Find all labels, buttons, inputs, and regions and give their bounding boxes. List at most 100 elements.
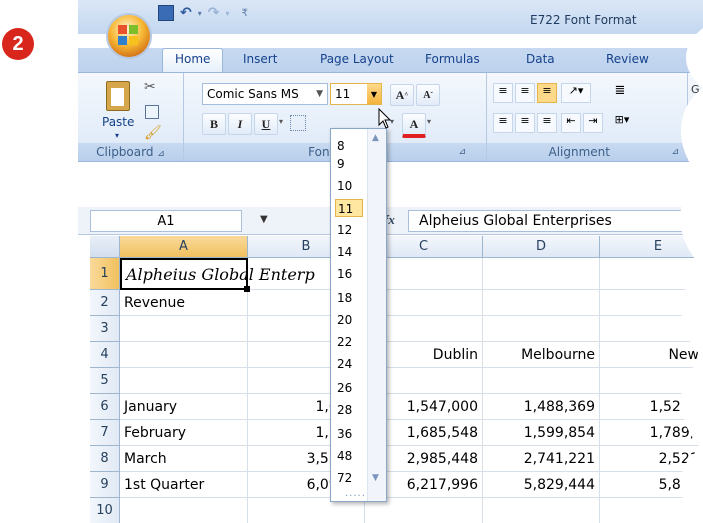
cell-d2[interactable]: [483, 290, 600, 316]
font-size-option-16[interactable]: 16: [335, 265, 365, 283]
align-right-icon[interactable]: ≡: [537, 113, 557, 133]
cell-a3[interactable]: [120, 316, 248, 342]
font-size-option-8[interactable]: 8: [335, 137, 365, 155]
cell-e4[interactable]: New Y: [600, 342, 703, 368]
increase-indent-icon[interactable]: ⇥: [583, 113, 603, 133]
row-header-5[interactable]: 5: [90, 368, 120, 394]
tab-page-layout[interactable]: Page Layout: [320, 52, 394, 66]
cut-icon[interactable]: ✂: [144, 79, 156, 95]
cell-a5[interactable]: [120, 368, 248, 394]
format-painter-icon[interactable]: 🖌: [144, 125, 162, 141]
align-middle-icon[interactable]: ≡: [515, 83, 535, 103]
dialog-launcher-icon[interactable]: ⊿: [157, 149, 165, 159]
font-color-button[interactable]: A: [402, 113, 426, 138]
wrap-text-icon[interactable]: ≣: [611, 83, 629, 101]
row-header-10[interactable]: 10: [90, 498, 120, 523]
row-header-7[interactable]: 7: [90, 420, 120, 446]
redo-icon[interactable]: ↷: [208, 5, 220, 21]
cell-a6[interactable]: January: [120, 394, 248, 420]
undo-dropdown-icon[interactable]: ▾: [198, 9, 202, 18]
borders-icon[interactable]: [290, 115, 306, 131]
column-header-e[interactable]: E: [600, 236, 703, 258]
dropdown-scrollbar[interactable]: ▲ ▼: [367, 129, 386, 501]
formula-input[interactable]: Alpheius Global Enterprises: [408, 210, 703, 232]
italic-button[interactable]: I: [228, 113, 252, 135]
row-header-4[interactable]: 4: [90, 342, 120, 368]
merge-center-icon[interactable]: ⊞▾: [611, 113, 633, 131]
bold-button[interactable]: B: [202, 113, 226, 135]
align-bottom-icon[interactable]: ≡: [537, 83, 557, 103]
cell-d5[interactable]: [483, 368, 600, 394]
cell-e1[interactable]: [600, 258, 703, 290]
align-left-icon[interactable]: ≡: [493, 113, 513, 133]
font-name-combobox[interactable]: Comic Sans MS ▼: [202, 83, 328, 105]
row-header-2[interactable]: 2: [90, 290, 120, 316]
cell-d4[interactable]: Melbourne: [483, 342, 600, 368]
align-top-icon[interactable]: ≡: [493, 83, 513, 103]
tab-home[interactable]: Home: [162, 48, 224, 72]
font-size-option-26[interactable]: 26: [335, 379, 365, 397]
font-size-combobox[interactable]: 11 ▼: [330, 83, 382, 105]
font-size-option-18[interactable]: 18: [335, 289, 365, 307]
cell-a9[interactable]: 1st Quarter: [120, 472, 248, 498]
font-size-option-72[interactable]: 72: [335, 469, 365, 487]
row-header-1[interactable]: 1: [90, 258, 120, 290]
font-size-option-36[interactable]: 36: [335, 425, 365, 443]
name-box-dropdown-icon[interactable]: ▼: [260, 214, 268, 225]
cell-a7[interactable]: February: [120, 420, 248, 446]
customize-qat-icon[interactable]: ₹: [242, 8, 248, 19]
font-size-option-14[interactable]: 14: [335, 243, 365, 261]
cell-e9[interactable]: 5,834,1: [600, 472, 703, 498]
cell-e2[interactable]: [600, 290, 703, 316]
column-header-d[interactable]: D: [483, 236, 600, 258]
cell-a2[interactable]: Revenue: [120, 290, 248, 316]
office-button[interactable]: [108, 15, 150, 57]
font-dialog-launcher-icon[interactable]: ⊿: [458, 143, 466, 161]
tab-data[interactable]: Data: [526, 52, 555, 66]
alignment-dialog-launcher-icon[interactable]: ⊿: [671, 143, 679, 161]
cell-e6[interactable]: 1,523,12: [600, 394, 703, 420]
select-all-corner[interactable]: [90, 236, 120, 258]
font-size-option-11[interactable]: 11: [335, 199, 363, 217]
shrink-font-button[interactable]: Aˇ: [416, 84, 440, 106]
font-size-option-20[interactable]: 20: [335, 311, 365, 329]
name-box[interactable]: A1: [90, 210, 242, 232]
undo-icon[interactable]: ↶: [180, 5, 192, 21]
paste-button[interactable]: Paste ▾: [100, 79, 136, 141]
row-header-6[interactable]: 6: [90, 394, 120, 420]
underline-dropdown-icon[interactable]: ▾: [279, 117, 283, 126]
font-size-option-24[interactable]: 24: [335, 355, 365, 373]
cell-e10[interactable]: [600, 498, 703, 523]
cell-e8[interactable]: 2,521,4: [600, 446, 703, 472]
save-icon[interactable]: [158, 5, 174, 21]
cell-a4[interactable]: [120, 342, 248, 368]
font-size-option-28[interactable]: 28: [335, 401, 365, 419]
cell-d6[interactable]: 1,488,369: [483, 394, 600, 420]
row-header-9[interactable]: 9: [90, 472, 120, 498]
cell-d10[interactable]: [483, 498, 600, 523]
font-size-option-9[interactable]: 9: [335, 155, 365, 173]
fill-handle[interactable]: [244, 286, 250, 292]
decrease-indent-icon[interactable]: ⇤: [561, 113, 581, 133]
align-center-icon[interactable]: ≡: [515, 113, 535, 133]
font-color-dropdown-icon[interactable]: ▾: [427, 117, 431, 126]
cell-a1[interactable]: Alpheius Global Enterp: [120, 258, 315, 290]
row-header-3[interactable]: 3: [90, 316, 120, 342]
font-size-dropdown-arrow[interactable]: ▼: [367, 84, 381, 104]
font-size-option-22[interactable]: 22: [335, 333, 365, 351]
underline-button[interactable]: U: [254, 113, 278, 135]
cell-d1[interactable]: [483, 258, 600, 290]
font-size-option-10[interactable]: 10: [335, 177, 365, 195]
font-size-option-48[interactable]: 48: [335, 447, 365, 465]
cell-e3[interactable]: [600, 316, 703, 342]
row-header-8[interactable]: 8: [90, 446, 120, 472]
orientation-icon[interactable]: ↗▾: [561, 83, 591, 103]
column-header-a[interactable]: A: [120, 236, 248, 258]
cell-e7[interactable]: 1,789,55: [600, 420, 703, 446]
cell-d9[interactable]: 5,829,444: [483, 472, 600, 498]
copy-icon[interactable]: [145, 105, 159, 119]
cell-a10[interactable]: [120, 498, 248, 523]
cell-d8[interactable]: 2,741,221: [483, 446, 600, 472]
tab-formulas[interactable]: Formulas: [425, 52, 480, 66]
cell-d7[interactable]: 1,599,854: [483, 420, 600, 446]
